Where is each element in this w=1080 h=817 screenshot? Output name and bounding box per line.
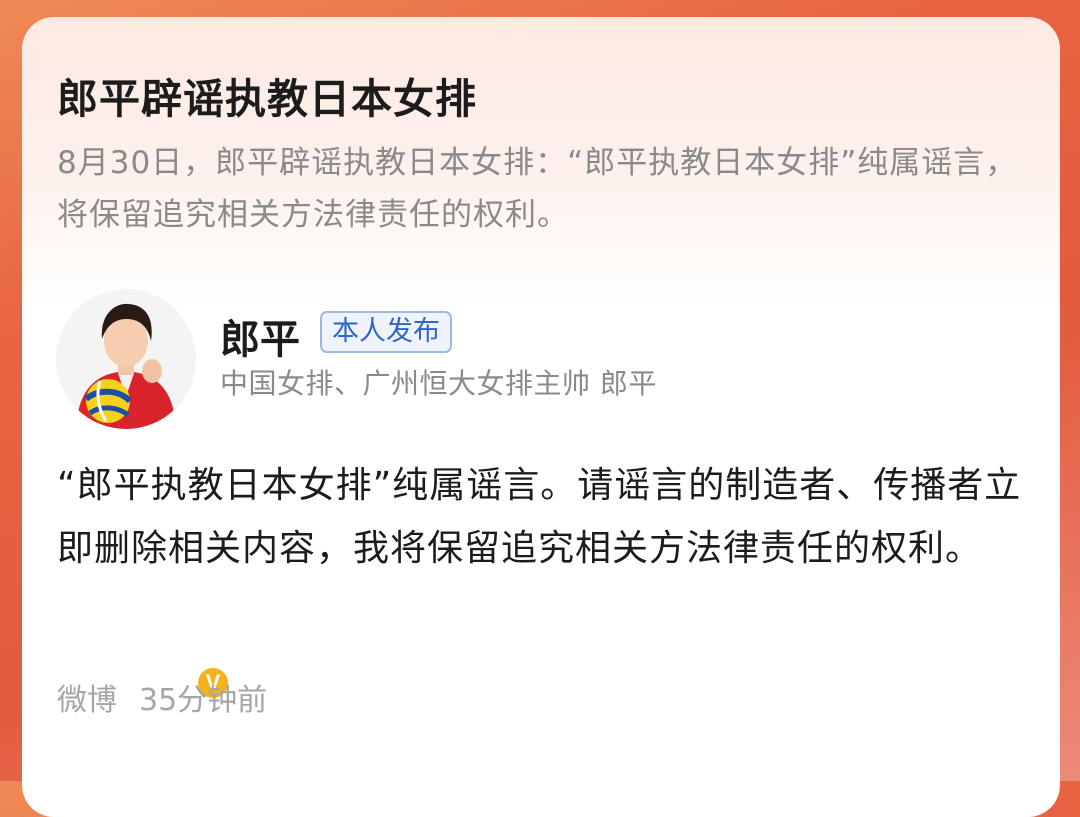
- avatar-image: [56, 289, 196, 429]
- avatar[interactable]: V: [56, 289, 232, 702]
- post-source[interactable]: 微博: [57, 683, 117, 718]
- headline[interactable]: 郎平辟谣执教日本女排: [57, 65, 477, 125]
- author-title: 中国女排、广州恒大女排主帅 郎平: [220, 367, 657, 400]
- post-body-text: “郎平执教日本女排”纯属谣言。请谣言的制造者、传播者立即删除相关内容，我将保留追…: [57, 465, 1022, 569]
- news-card[interactable]: 郎平辟谣执教日本女排 8月30日，郎平辟谣执教日本女排：“郎平执教日本女排”纯属…: [22, 17, 1060, 817]
- summary-text: 8月30日，郎平辟谣执教日本女排：“郎平执教日本女排”纯属谣言，将保留追究相关方…: [57, 145, 1018, 233]
- author-self-published-badge: 本人发布: [320, 311, 452, 353]
- author-name[interactable]: 郎平: [220, 307, 300, 365]
- post-meta: 微博 35分钟前: [57, 675, 289, 719]
- post-time: 35分钟前: [139, 683, 268, 718]
